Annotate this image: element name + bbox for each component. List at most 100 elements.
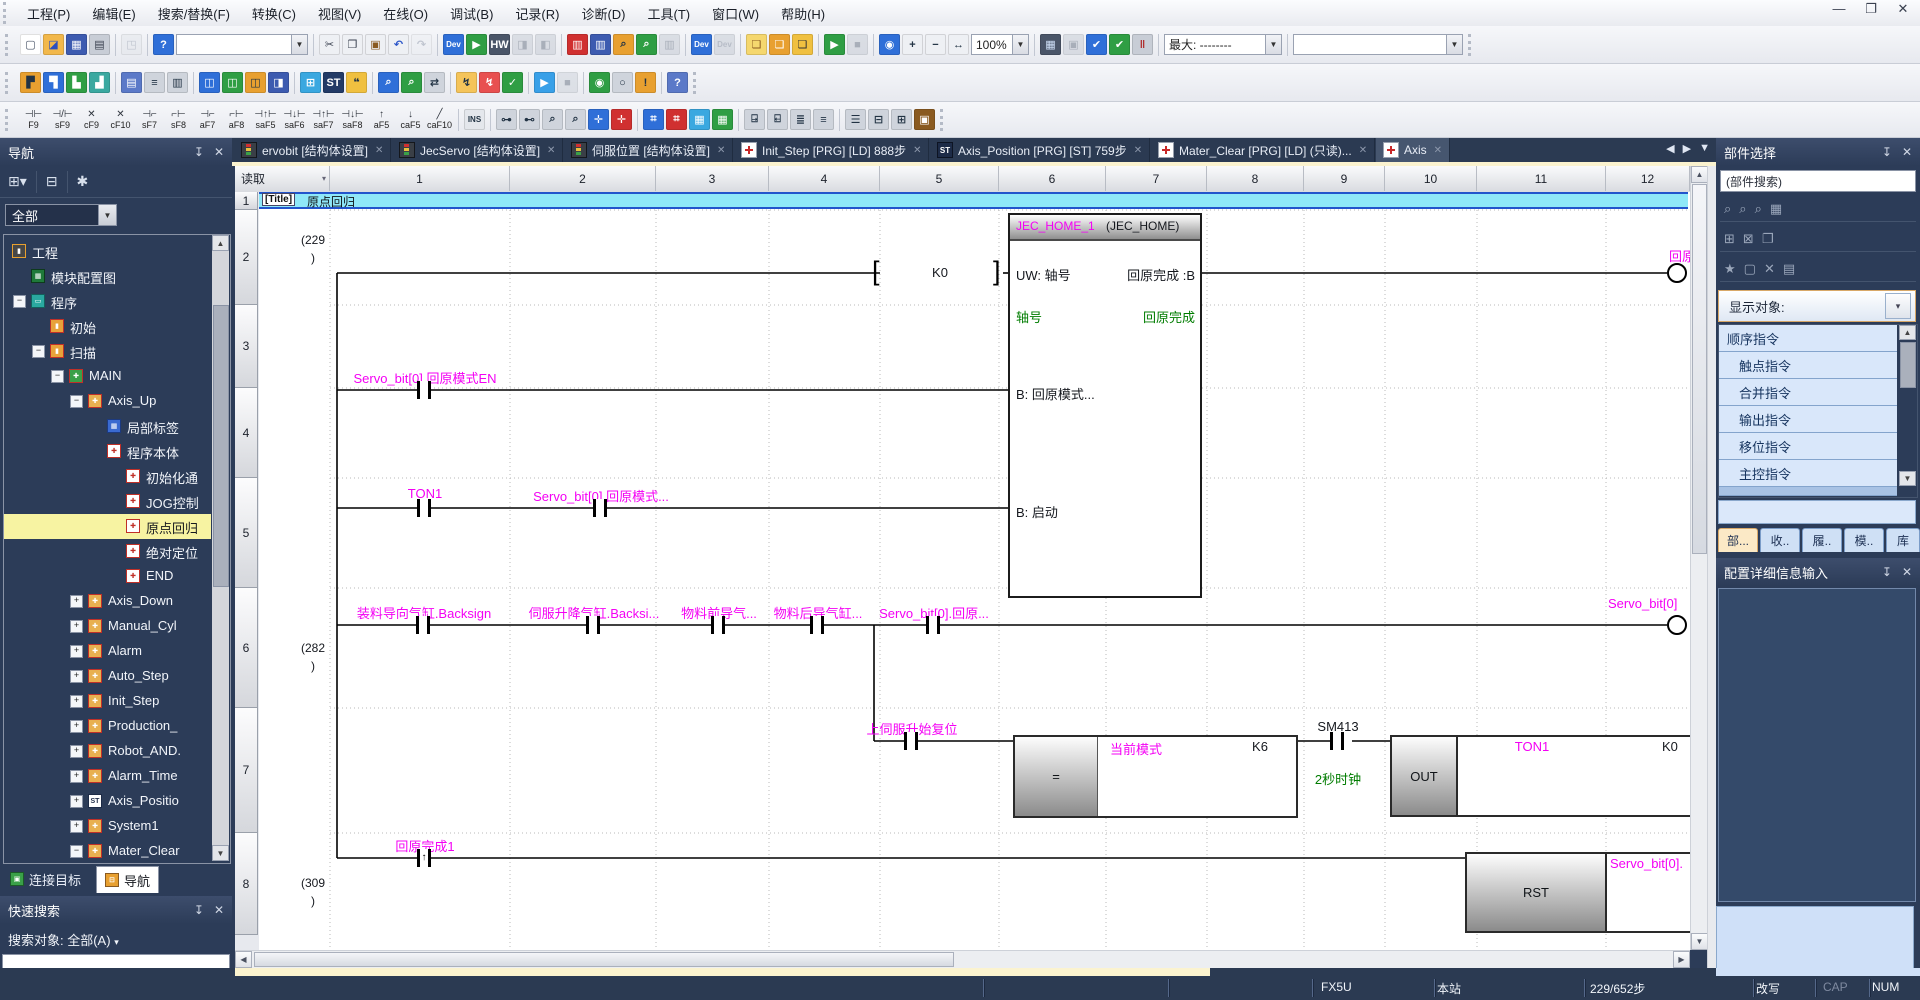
convert-icon[interactable]: ↯ xyxy=(456,72,477,93)
document-tab[interactable]: 伺服位置 [结构体设置]✕ xyxy=(564,138,733,162)
delete-row-icon[interactable]: ⍇ xyxy=(767,109,788,130)
menu-item[interactable]: 转换(C) xyxy=(241,0,307,27)
row-number[interactable]: 8 xyxy=(235,833,258,935)
find-all-icon[interactable]: ⌕ xyxy=(1755,201,1762,217)
tree-scrollbar[interactable]: ▲ ▼ xyxy=(212,235,229,861)
collapse-icon[interactable]: − xyxy=(51,370,64,383)
falling-pulse-button[interactable]: ⊣↓⊢saF6 xyxy=(281,105,308,135)
pou-list-icon[interactable]: ◫ xyxy=(199,72,220,93)
close-icon[interactable]: ✕ xyxy=(214,145,224,159)
tree-item-[interactable]: −▭程序 xyxy=(4,289,211,314)
device-list-icon[interactable]: ≡ xyxy=(144,72,165,93)
open-contact[interactable] xyxy=(810,616,824,634)
tab-list-icon[interactable]: ▼ xyxy=(1699,142,1710,155)
table-view-icon[interactable]: ▤ xyxy=(1783,261,1795,277)
collapse-all-icon[interactable]: ⊟ xyxy=(868,109,889,130)
output-coil[interactable] xyxy=(1667,615,1687,635)
max-combo[interactable]: 最大: --------▼ xyxy=(1164,34,1282,55)
collapse-icon[interactable]: − xyxy=(70,845,83,858)
add-table-icon[interactable]: ▦ xyxy=(1770,201,1782,217)
monitor-mode-cell[interactable]: 读取▾ xyxy=(235,166,330,191)
quick-search-scope-dropdown[interactable]: 搜索对象: 全部(A) ▾ xyxy=(8,930,119,949)
compare-instruction-box[interactable]: = 当前模式 K6 xyxy=(1013,735,1298,818)
menu-item[interactable]: 工具(T) xyxy=(637,0,702,27)
row-number[interactable]: 5 xyxy=(235,478,258,588)
tab-close-icon[interactable]: ✕ xyxy=(375,145,383,156)
monitor-stop-icon[interactable]: ■ xyxy=(847,34,868,55)
online-monitor-icon[interactable]: ◉ xyxy=(589,72,610,93)
config-input-area[interactable] xyxy=(1716,906,1914,970)
edit-line-icon[interactable]: ⊶ xyxy=(496,109,517,130)
tab-close-icon[interactable]: ✕ xyxy=(913,145,921,156)
tree-item-main[interactable]: −✚MAIN xyxy=(4,364,211,389)
device-grid-blue-icon[interactable]: ⌗ xyxy=(643,109,664,130)
option-icon[interactable]: ▣ xyxy=(914,109,935,130)
note-list-icon[interactable]: ≡ xyxy=(813,109,834,130)
module-diag-icon[interactable]: ▥ xyxy=(659,34,680,55)
tree-item-[interactable]: ▮初始 xyxy=(4,314,211,339)
display-lock-icon[interactable]: ▣ xyxy=(1063,34,1084,55)
toolbar-grip[interactable] xyxy=(5,34,15,56)
bottom-tab-connection[interactable]: ▣ 连接目标 xyxy=(2,866,89,892)
editor-horizontal-scrollbar[interactable]: ◀ ▶ xyxy=(235,950,1690,969)
toolbar-grip[interactable] xyxy=(693,72,703,94)
pipe-tool-icon[interactable]: ‖ xyxy=(1132,34,1153,55)
tree-item-[interactable]: ✚绝对定位 xyxy=(4,539,211,564)
rst-instruction-box[interactable]: RST xyxy=(1465,852,1607,933)
tree-item-end[interactable]: ✚END xyxy=(4,564,211,589)
fb-input-pin[interactable]: B: 回原模式... xyxy=(1016,384,1095,403)
module-verify-icon[interactable]: ⌕ xyxy=(613,34,634,55)
delete-icon[interactable]: ✕ xyxy=(1764,261,1775,277)
help-f1-icon[interactable]: ? xyxy=(667,72,688,93)
config-detail-area[interactable] xyxy=(1718,588,1916,902)
zoom-in-icon[interactable]: + xyxy=(902,34,923,55)
expand-icon[interactable]: + xyxy=(70,795,83,808)
menu-item[interactable]: 在线(O) xyxy=(372,0,439,27)
falling-branch-button[interactable]: ⌐⊢aF8 xyxy=(223,105,250,135)
minimize-button[interactable]: — xyxy=(1828,1,1850,17)
tab-scroll-left-icon[interactable]: ◀ xyxy=(1666,142,1674,155)
tree-item-axis_down[interactable]: +✚Axis_Down xyxy=(4,589,211,614)
document-tab[interactable]: Mater_Clear [PRG] [LD] (只读)...✕ xyxy=(1151,138,1375,162)
panel-tab[interactable]: 模.. xyxy=(1844,528,1884,552)
expand-icon[interactable]: + xyxy=(70,820,83,833)
device-search-combo[interactable]: ▼ xyxy=(176,34,308,55)
paste-icon[interactable]: ▣ xyxy=(365,34,386,55)
statement-list-icon[interactable]: ≣ xyxy=(790,109,811,130)
chevron-down-icon[interactable]: ▾ xyxy=(1885,293,1911,319)
open-contact[interactable] xyxy=(416,616,430,634)
open-contact[interactable] xyxy=(586,616,600,634)
verify-result-icon[interactable]: ◨ xyxy=(268,72,289,93)
tree-filter-dropdown[interactable]: 全部▼ xyxy=(5,204,117,226)
monitor-write-icon[interactable]: ◉ xyxy=(879,34,900,55)
tree-item-[interactable]: ▦局部标签 xyxy=(4,414,211,439)
close-icon[interactable]: ✕ xyxy=(214,903,224,917)
row-number[interactable]: 7 xyxy=(235,708,258,833)
instruction-list-item[interactable]: 主控指令 xyxy=(1719,460,1897,487)
device-display-icon[interactable]: Dev xyxy=(691,34,712,55)
fb-input-pin[interactable]: UW: 轴号 xyxy=(1016,265,1071,284)
open-contact[interactable] xyxy=(593,499,607,517)
tree-item-[interactable]: ✚初始化通 xyxy=(4,464,211,489)
output-coil[interactable] xyxy=(1667,263,1687,283)
read-mode-icon[interactable]: ◨ xyxy=(512,34,533,55)
menu-item[interactable]: 帮助(H) xyxy=(770,0,836,27)
instruction-list-item[interactable]: 合并指令 xyxy=(1719,379,1897,406)
rung-title-bar[interactable] xyxy=(259,192,1688,209)
rising-edge-contact[interactable]: ↑ xyxy=(417,849,431,867)
expand-icon[interactable]: + xyxy=(70,720,83,733)
open-contact-button[interactable]: ⊣⊢F9 xyxy=(20,105,47,135)
tree-item-init_step[interactable]: +✚Init_Step xyxy=(4,689,211,714)
open-contact[interactable] xyxy=(1330,732,1344,750)
paste-element-icon[interactable]: ❐ xyxy=(1762,231,1774,247)
pin-icon[interactable]: ↧ xyxy=(1882,565,1892,579)
fb-output-pin[interactable]: 回原完成 :B xyxy=(1127,265,1195,284)
device-window-icon[interactable]: ▟ xyxy=(89,72,110,93)
tree-item-[interactable]: ▦模块配置图 xyxy=(4,264,211,289)
element-search-input[interactable]: (部件搜索) xyxy=(1720,170,1916,192)
toolbar-grip[interactable] xyxy=(1468,34,1478,56)
zoom-out-icon[interactable]: − xyxy=(925,34,946,55)
erase-line-icon[interactable]: ✛ xyxy=(611,109,632,130)
zoom-combo[interactable]: 100%▼ xyxy=(971,34,1029,55)
tree-item-[interactable]: ▮工程 xyxy=(4,239,211,264)
